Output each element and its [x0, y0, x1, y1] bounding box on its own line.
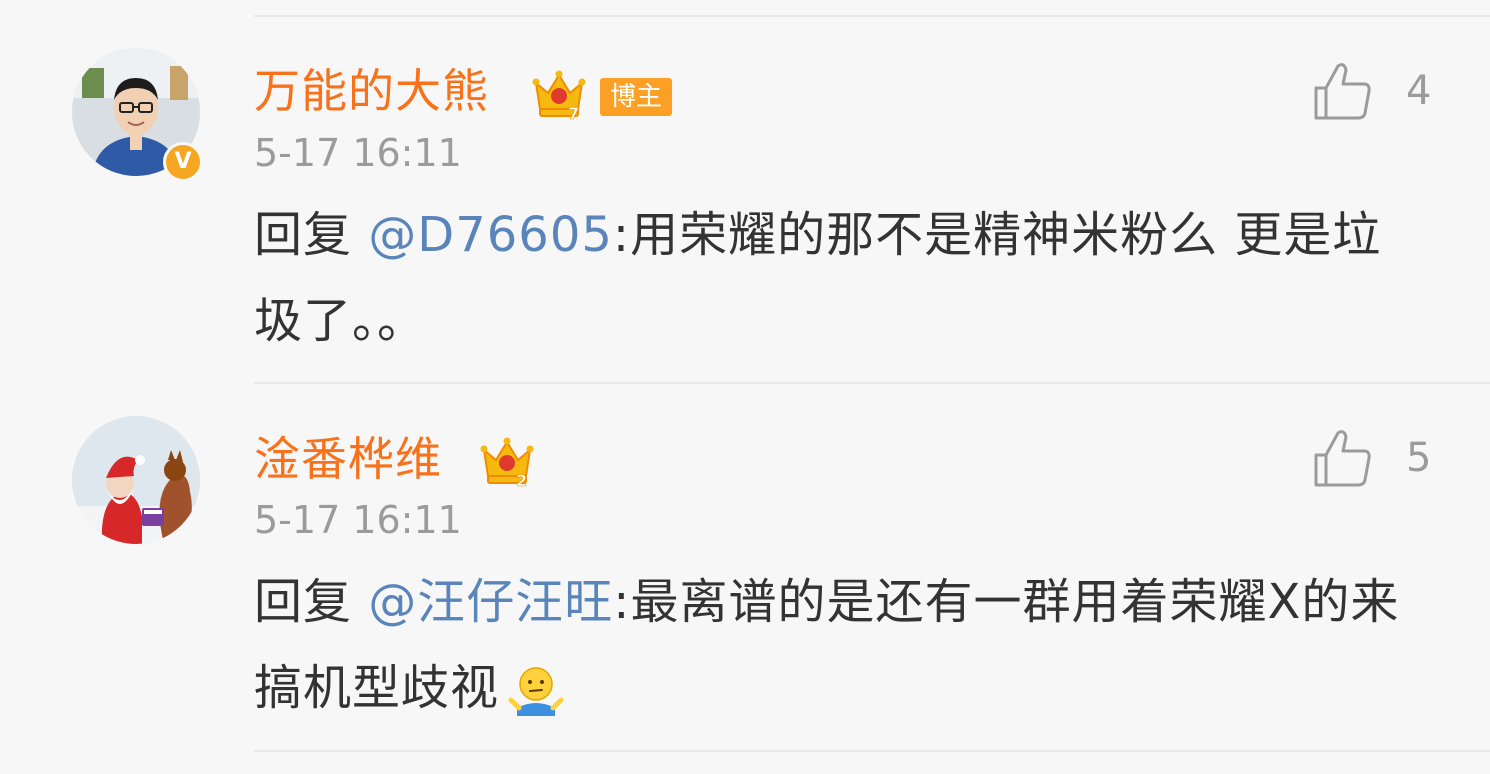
reply-prefix: 回复: [254, 574, 369, 630]
username[interactable]: 淦番桦维: [254, 436, 442, 482]
reply-prefix: 回复: [254, 207, 369, 263]
comment-text: 回复 @D76605:用荣耀的那不是精神米粉么 更是垃圾了。。: [254, 192, 1424, 364]
svg-text:7: 7: [568, 104, 579, 123]
svg-text:2: 2: [516, 471, 527, 490]
like-count: 4: [1406, 68, 1432, 114]
comment-time: 5-17 16:11: [254, 131, 462, 175]
like-button[interactable]: 5: [1310, 425, 1431, 491]
shrug-emoji-icon: [508, 667, 564, 716]
top-divider: [254, 15, 1490, 17]
thumbs-up-icon: [1314, 63, 1371, 120]
mention-link[interactable]: @汪仔汪旺: [368, 574, 613, 630]
comment-text: 回复 @汪仔汪旺:最离谱的是还有一群用着荣耀X的来搞机型歧视: [254, 559, 1424, 731]
like-button[interactable]: 4: [1310, 58, 1431, 124]
avatar[interactable]: [72, 416, 200, 544]
comment-divider: [254, 382, 1490, 384]
mention-link[interactable]: @D76605: [368, 207, 613, 263]
thumbs-up-icon: [1314, 430, 1371, 487]
crown-badge-icon[interactable]: 7: [530, 65, 588, 123]
comment-time: 5-17 16:11: [254, 498, 462, 542]
verified-badge-icon: V: [163, 142, 203, 182]
author-tag: 博主: [600, 78, 673, 116]
bottom-divider: [254, 750, 1490, 752]
crown-badge-icon[interactable]: 2: [478, 432, 536, 490]
username[interactable]: 万能的大熊: [254, 68, 489, 114]
like-count: 5: [1406, 435, 1432, 481]
